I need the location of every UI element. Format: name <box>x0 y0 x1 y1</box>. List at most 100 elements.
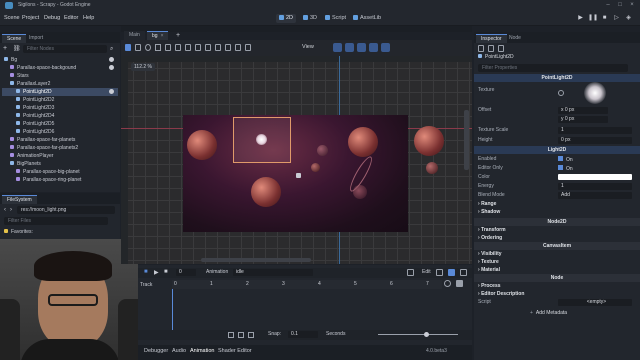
add-metadata-button[interactable]: + Add Metadata <box>530 310 567 316</box>
tree-node[interactable]: Parallax-space-far-planets2 <box>2 144 118 152</box>
ordering-section[interactable]: › Ordering <box>478 234 502 242</box>
key-icon[interactable] <box>333 43 342 52</box>
visibility-icon[interactable] <box>109 65 114 70</box>
tree-node[interactable]: AnimationPlayer <box>2 152 118 160</box>
playhead[interactable] <box>172 289 173 335</box>
tree-node[interactable]: Stars <box>2 72 118 80</box>
autoplay-icon[interactable] <box>407 269 414 276</box>
close-icon[interactable]: × <box>628 2 636 9</box>
add-tab-icon[interactable]: + <box>176 32 180 39</box>
play-backwards-icon[interactable]: ■ <box>144 269 152 277</box>
menu-project[interactable]: Project <box>22 15 39 21</box>
key-scale-icon[interactable] <box>369 43 378 52</box>
light2d-header[interactable]: Light2D <box>474 146 640 154</box>
horizontal-scrollbar[interactable] <box>201 258 311 262</box>
zoom-slider[interactable] <box>378 334 458 335</box>
tab-animation[interactable]: Animation <box>190 348 214 354</box>
tree-node[interactable]: BigPlanets <box>2 160 118 168</box>
play-icon[interactable]: ▶ <box>576 14 585 23</box>
filter-nodes-input[interactable]: Filter Nodes <box>23 45 107 53</box>
tree-node[interactable]: PointLight2D6 <box>2 128 118 136</box>
color-picker[interactable] <box>558 174 632 180</box>
snap-input[interactable]: 0.1 <box>288 331 318 338</box>
move-mode-icon[interactable] <box>135 44 141 51</box>
node2d-header[interactable]: Node2D <box>474 218 640 226</box>
add-node-icon[interactable]: + <box>3 45 11 53</box>
snap-icon[interactable] <box>205 44 211 51</box>
inspected-object[interactable]: PointLight2D <box>478 54 514 60</box>
small-planet-sprite[interactable] <box>311 163 320 172</box>
menu-scene[interactable]: Scene <box>4 15 20 21</box>
class-header[interactable]: PointLight2D <box>474 74 640 82</box>
ruler-mode-icon[interactable] <box>195 44 201 51</box>
filter-files-input[interactable]: Filter Files <box>4 217 108 225</box>
tab-scene[interactable]: Scene <box>2 34 27 43</box>
reset-icon[interactable] <box>558 90 564 96</box>
play-custom-icon[interactable]: ◈ <box>624 14 633 23</box>
pan-mode-icon[interactable] <box>185 44 191 51</box>
process-section[interactable]: › Process <box>478 282 501 290</box>
energy-field[interactable]: 1 <box>558 183 632 190</box>
lock-icon[interactable] <box>225 44 231 51</box>
zoom-level[interactable]: 112.2 % <box>131 63 155 71</box>
tree-node[interactable]: PointLight2D2 <box>2 96 118 104</box>
editor-only-checkbox[interactable]: On <box>558 165 573 172</box>
close-panel-icon[interactable] <box>460 269 467 276</box>
tree-node[interactable]: Parallax-space-big-planet <box>2 168 118 176</box>
close-tab-icon[interactable]: × <box>161 33 164 39</box>
menu-debug[interactable]: Debug <box>44 15 60 21</box>
loop-icon[interactable] <box>444 280 451 287</box>
tab-shader-editor[interactable]: Shader Editor <box>218 348 252 354</box>
height-field[interactable]: 0 px <box>558 137 632 144</box>
back-icon[interactable]: ‹ <box>4 206 9 214</box>
forward-icon[interactable]: › <box>10 206 15 214</box>
key-insert-icon[interactable] <box>381 43 390 52</box>
pin-icon[interactable] <box>448 269 455 276</box>
view-menu[interactable]: View <box>302 44 314 50</box>
save-resource-icon[interactable] <box>498 45 504 52</box>
search-icon[interactable]: ⌕ <box>110 45 117 53</box>
favorites-row[interactable]: Favorites: <box>4 228 33 236</box>
frame-input[interactable]: 0 <box>176 269 196 276</box>
texture-section[interactable]: › Texture <box>478 258 499 266</box>
tab-filesystem[interactable]: FileSystem <box>2 195 37 204</box>
play-icon[interactable]: ▶ <box>154 269 162 277</box>
range-section[interactable]: › Range <box>478 200 496 208</box>
key-pos-icon[interactable] <box>345 43 354 52</box>
minimize-icon[interactable]: – <box>604 2 612 9</box>
tree-node[interactable]: Parallax-space-backgound <box>2 64 118 72</box>
planet-sprite[interactable] <box>414 126 444 156</box>
workspace-assetlib-tab[interactable]: AssetLib <box>350 14 384 23</box>
animation-select[interactable]: idle <box>233 269 313 276</box>
tree-node[interactable]: Bg <box>2 56 118 64</box>
canvasitem-header[interactable]: CanvasItem <box>474 242 640 250</box>
small-planet-sprite[interactable] <box>317 145 328 156</box>
workspace-3d-tab[interactable]: 3D <box>300 14 320 23</box>
tree-node[interactable]: PointLight2D5 <box>2 120 118 128</box>
vertical-scrollbar[interactable] <box>464 110 469 170</box>
filter-properties-input[interactable]: Filter Properties <box>478 64 628 72</box>
play-scene-icon[interactable]: ▷ <box>612 14 621 23</box>
select-mode-icon[interactable] <box>125 44 131 51</box>
canvas-viewport[interactable]: View 112.2 % <box>121 40 472 264</box>
scale-mode-icon[interactable] <box>155 44 161 51</box>
tab-node[interactable]: Node <box>504 34 526 43</box>
rotate-mode-icon[interactable] <box>145 44 151 51</box>
tree-node[interactable]: Parallax-space-far-planets <box>2 136 118 144</box>
stop-icon[interactable]: ■ <box>164 269 172 277</box>
small-planet-sprite[interactable] <box>426 162 438 174</box>
tree-node[interactable]: Parallax-space-ring-planet <box>2 176 118 184</box>
grid-icon[interactable] <box>215 44 221 51</box>
filter-tracks-icon[interactable] <box>228 332 234 338</box>
tab-import[interactable]: Import <box>24 34 48 43</box>
key-rot-icon[interactable] <box>357 43 366 52</box>
texture-scale-field[interactable]: 1 <box>558 127 632 134</box>
planet-sprite[interactable] <box>348 127 378 157</box>
zoom-slider-handle[interactable] <box>424 332 429 337</box>
script-field[interactable]: <empty> <box>558 299 632 306</box>
shadow-section[interactable]: › Shadow <box>478 208 500 216</box>
background-sprite[interactable] <box>183 115 408 232</box>
transform-section[interactable]: › Transform <box>478 226 506 234</box>
seconds-select[interactable]: Seconds <box>326 331 345 337</box>
maximize-icon[interactable]: □ <box>616 2 624 9</box>
